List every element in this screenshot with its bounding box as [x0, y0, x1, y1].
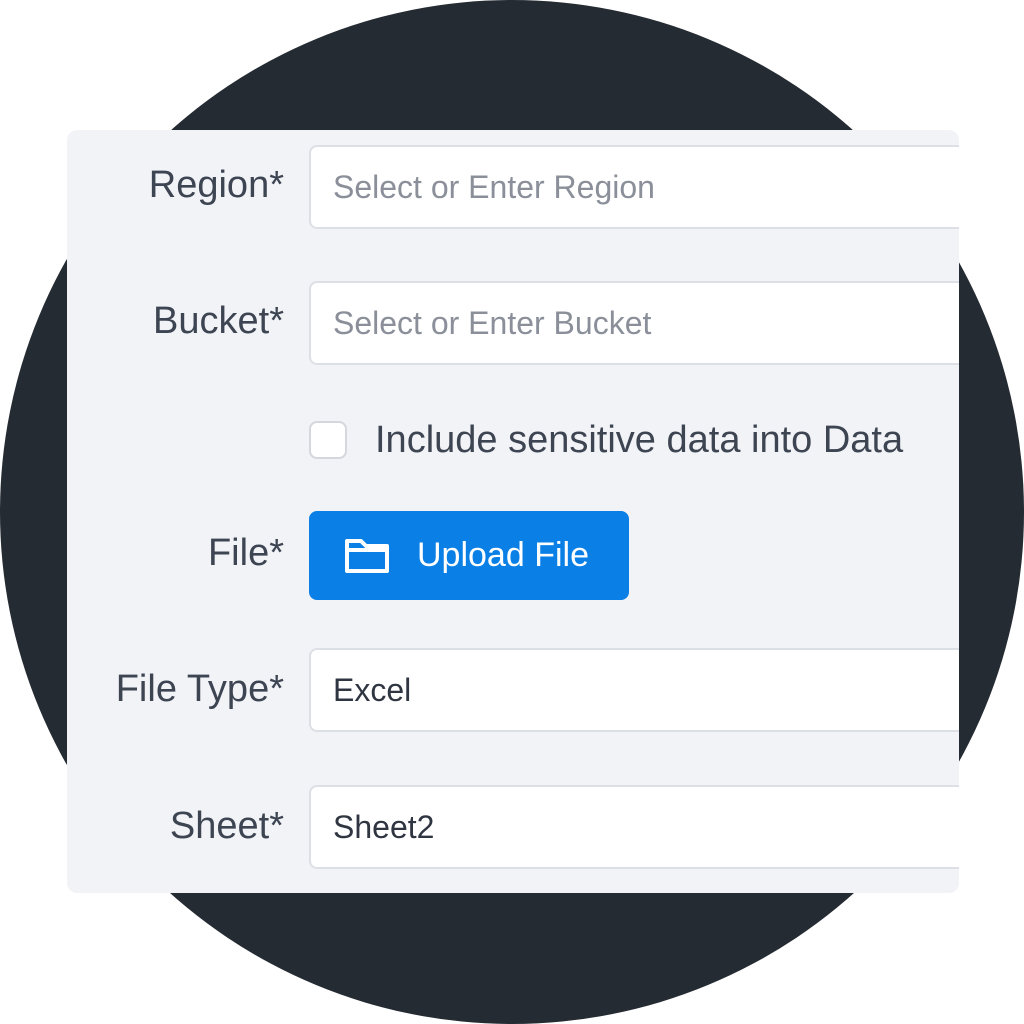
sheet-select[interactable]: Sheet2: [309, 785, 959, 869]
bucket-label: Bucket*: [153, 300, 284, 342]
file-type-select[interactable]: Excel: [309, 648, 959, 732]
folder-icon: [345, 539, 389, 573]
file-type-value: Excel: [333, 672, 412, 708]
sheet-value: Sheet2: [333, 809, 435, 845]
sensitive-data-label: Include sensitive data into Data: [375, 419, 904, 461]
upload-file-button[interactable]: Upload File: [309, 511, 629, 600]
region-field[interactable]: [309, 145, 959, 229]
sheet-label: Sheet*: [169, 805, 284, 847]
s3-import-form-panel: Region* Bucket* Include sensitive data i…: [67, 130, 959, 893]
bucket-field[interactable]: [309, 281, 959, 365]
file-type-label: File Type*: [115, 668, 284, 710]
bucket-input[interactable]: [333, 283, 953, 363]
region-label: Region*: [148, 164, 284, 206]
screenshot-stage: Region* Bucket* Include sensitive data i…: [0, 0, 1024, 1024]
upload-file-label: Upload File: [417, 536, 589, 574]
file-label: File*: [207, 532, 284, 574]
region-input[interactable]: [333, 147, 953, 227]
sensitive-data-checkbox[interactable]: [309, 421, 347, 459]
